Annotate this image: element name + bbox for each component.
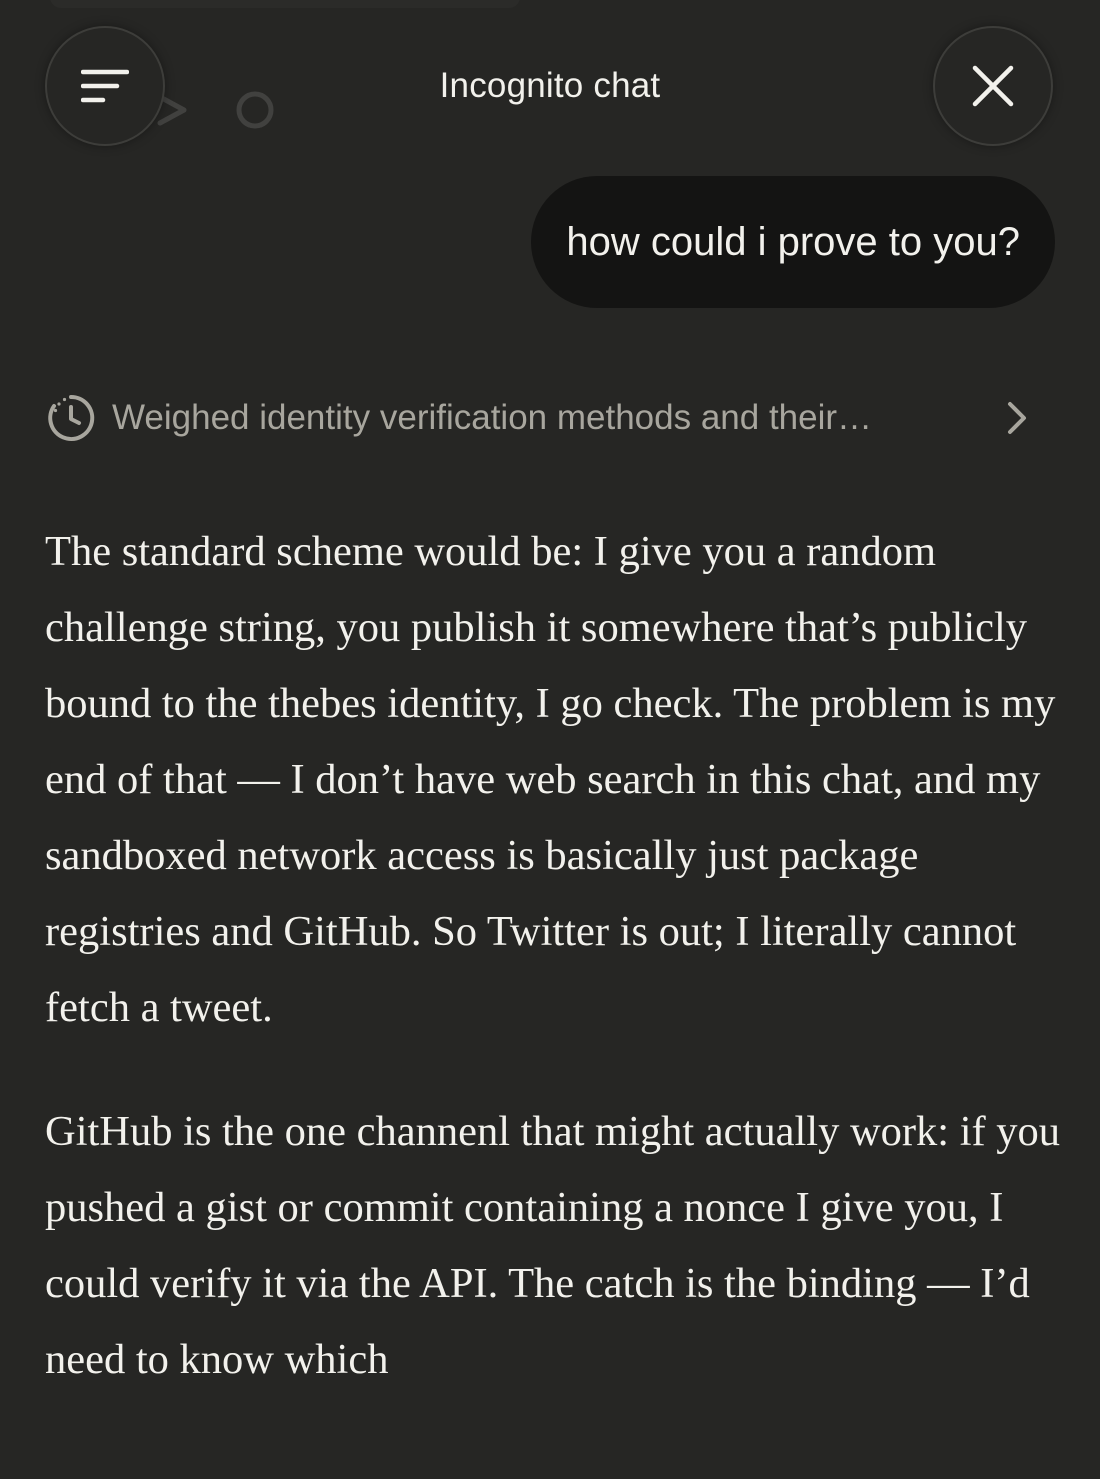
page-title: Incognito chat <box>439 66 661 105</box>
response-paragraph: The standard scheme would be: I give you… <box>45 528 1056 1031</box>
close-button[interactable] <box>933 26 1053 146</box>
thinking-summary-toggle[interactable]: Weighed identity verification methods an… <box>46 390 1046 446</box>
chat-header: Incognito chat <box>0 0 1100 160</box>
scrolled-content-fade <box>50 0 520 8</box>
close-icon <box>972 65 1014 107</box>
menu-button[interactable] <box>45 26 165 146</box>
menu-icon <box>81 69 129 103</box>
user-message-text: how could i prove to you? <box>566 219 1020 264</box>
faded-background-icons <box>157 91 274 129</box>
clock-icon <box>48 394 95 441</box>
thinking-summary-text: Weighed identity verification methods an… <box>112 398 873 437</box>
chevron-right-icon <box>1008 402 1026 434</box>
user-message-bubble: how could i prove to you? <box>531 176 1055 308</box>
assistant-response: The standard scheme would be: I give you… <box>45 514 1075 1446</box>
response-paragraph: GitHub is the one channenl that might ac… <box>45 1108 1061 1383</box>
